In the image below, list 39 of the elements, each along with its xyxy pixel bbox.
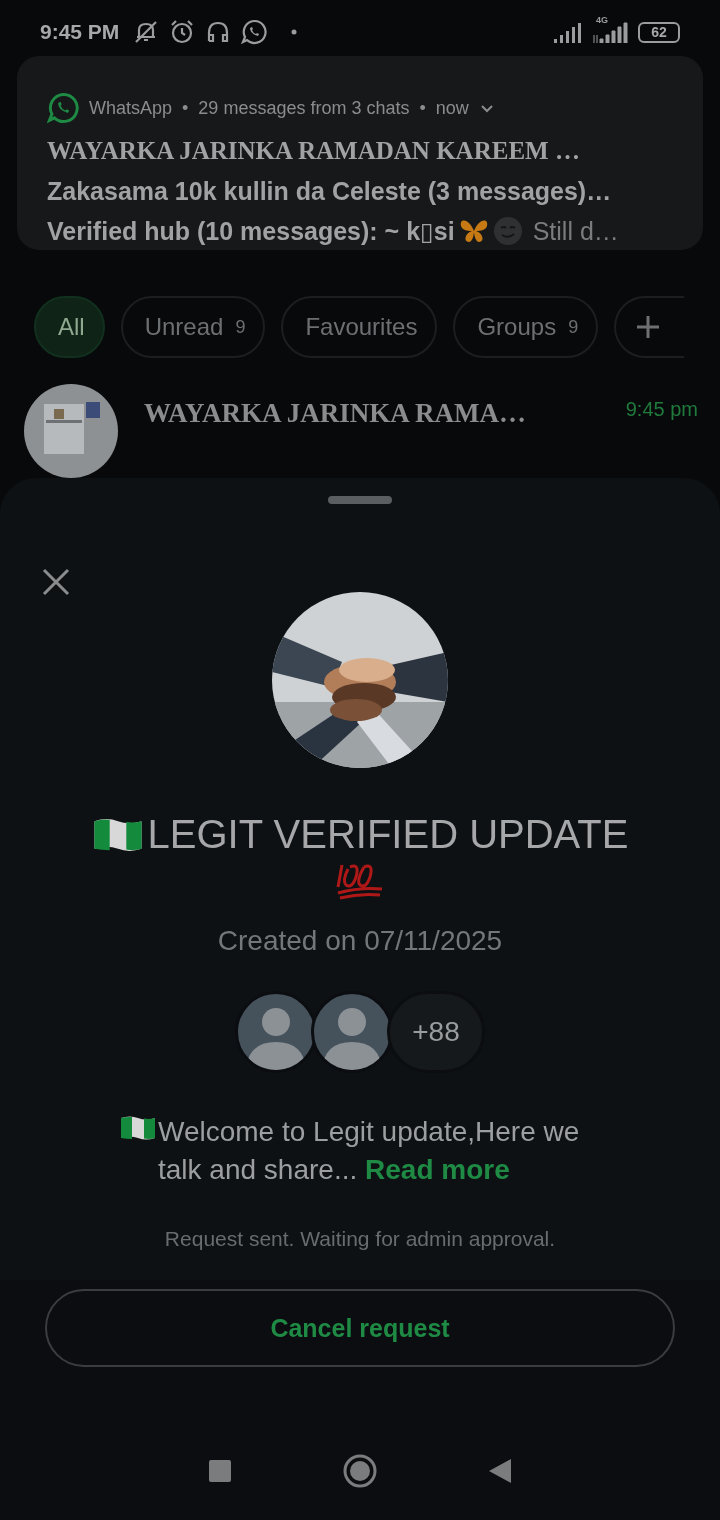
filter-chip[interactable]: Favourites [281,296,438,358]
notification-app: WhatsApp [89,97,173,119]
notification-time: now [435,97,469,119]
separator-dot: • [419,97,426,119]
notification-title: WAYARKA JARINKA RAMADAN KAREEM … [47,136,581,166]
dot-icon [291,29,298,35]
notification-message: Still d… [532,216,619,246]
notification-card[interactable]: WhatsApp • 29 messages from 3 chats • now WAYARKA JARINKA RAMADAN KAREEM … Zakasama 10k kullin da Celeste (3 messages)… Verified hub (10 messages): ~ k▯si Still d… [17,56,703,250]
read-more-link[interactable]: Read more [365,1154,510,1185]
filter-chip[interactable]: Groups 9 [453,296,599,358]
separator-dot: • [182,97,189,119]
member-count: +88 [387,991,485,1073]
status-time: 9:45 PM [40,20,120,44]
notification-message: Verified hub (10 messages): ~ k▯si [47,216,455,246]
battery-level: 62 [638,21,680,43]
filter-chip[interactable]: Unread 9 [120,296,266,358]
back-icon[interactable] [488,1458,512,1484]
flag-icon [91,816,144,853]
signal-icon [552,21,582,43]
cancel-request-button[interactable]: Cancel request [45,1289,675,1367]
filter-chip[interactable]: All [34,296,105,358]
request-status: Request sent. Waiting for admin approval. [164,1227,556,1251]
group-description: Welcome to Legit update,Here we talk and share... Read more [158,1115,581,1187]
home-icon[interactable] [342,1453,378,1489]
smiling-face-icon [492,216,523,246]
recents-icon[interactable] [208,1459,232,1483]
notification-message: Zakasama 10k kullin da Celeste (3 messages)… [47,175,613,207]
chat-title: WAYARKA JARINKA RAMA… [144,398,528,429]
drag-handle[interactable] [328,496,392,504]
network-type: 4G [596,15,608,25]
whatsapp-icon [241,19,268,45]
created-date: Created on 07/11/2025 [217,925,503,957]
group-name: LEGIT VERIFIED UPDATE [147,812,629,857]
butterfly-icon [458,218,489,244]
notification-summary: 29 messages from 3 chats [198,97,410,119]
signal-icon [592,21,628,43]
muted-bell-icon [133,19,160,45]
chat-time: 9:45 pm [625,398,698,421]
whatsapp-icon [47,92,79,124]
